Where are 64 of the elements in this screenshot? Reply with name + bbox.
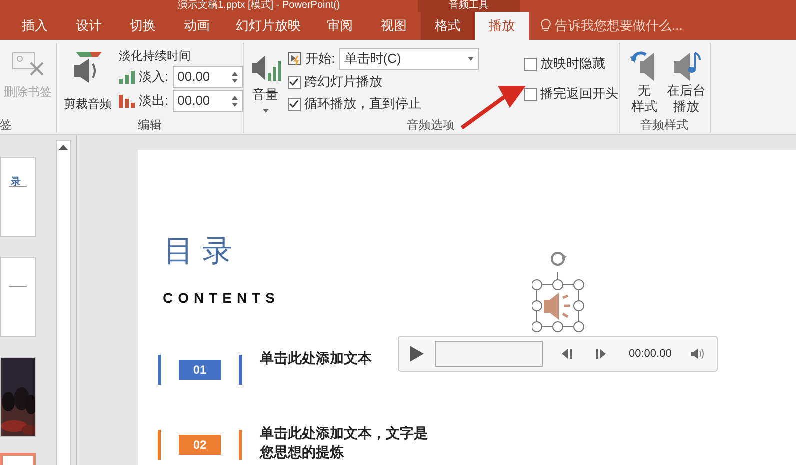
start-dropdown[interactable]: 单击时(C) — [339, 48, 480, 70]
number-badge: 02 — [179, 435, 221, 455]
ribbon-tab[interactable]: 播放 — [475, 12, 529, 40]
checkbox[interactable] — [288, 98, 301, 110]
start-label: 开始: — [306, 50, 336, 68]
ribbon-tab[interactable]: 幻灯片放映 — [224, 12, 313, 40]
group-label: 音频选项 — [406, 117, 456, 133]
item-text: 您思想的提炼 — [260, 443, 345, 462]
up-icon[interactable] — [232, 96, 238, 100]
ribbon-tab[interactable]: 审阅 — [313, 12, 367, 40]
down-icon[interactable] — [232, 78, 238, 82]
fade-duration-label: 淡化持续时间 — [119, 48, 192, 65]
checkbox[interactable] — [288, 76, 301, 88]
spinner-field[interactable]: 00.00 — [172, 66, 243, 88]
checkbox[interactable] — [524, 88, 537, 100]
dropdown-arrow-icon[interactable] — [468, 57, 474, 61]
group-label: 编辑 — [136, 117, 163, 133]
audio-style-button[interactable]: 在后台 播放 — [664, 43, 710, 117]
volume-icon — [250, 53, 281, 83]
checkbox-label: 播完返回开头 — [540, 85, 619, 104]
lightbulb-icon — [541, 19, 551, 33]
fade-label: 淡入: — [139, 68, 169, 86]
fade-label: 淡出: — [139, 92, 169, 110]
start-icon — [288, 52, 302, 66]
scrollbar[interactable] — [56, 140, 71, 465]
slide-title: 目 录 — [164, 234, 232, 270]
ribbon-tab[interactable]: 动画 — [170, 12, 224, 40]
up-icon[interactable] — [232, 72, 238, 76]
tell-me-field[interactable]: 告诉我您想要做什么... — [541, 12, 683, 40]
fade-out-icon — [119, 94, 135, 108]
volume-icon[interactable] — [690, 348, 706, 360]
ribbon-tab[interactable]: 插入 — [8, 12, 62, 40]
group-label: 签 — [0, 117, 13, 133]
fade-in-icon — [119, 70, 135, 84]
dropdown-arrow-icon[interactable] — [262, 108, 269, 112]
item-text: 单击此处添加文本，文字是 — [260, 424, 428, 443]
slide-thumbnail[interactable] — [0, 257, 36, 337]
checkbox[interactable] — [524, 58, 537, 70]
slide-thumbnail[interactable]: 录 — [0, 157, 36, 237]
audio-style-button[interactable]: 无 样式 — [626, 43, 664, 117]
number-badge: 01 — [179, 360, 221, 380]
playback-time: 00:00.00 — [629, 346, 672, 362]
down-icon[interactable] — [232, 102, 238, 106]
trim-audio-icon — [72, 51, 104, 85]
checkbox-label: 循环播放，直到停止 — [304, 95, 422, 114]
ribbon-tab[interactable]: 格式 — [421, 12, 475, 40]
group-label: 音频样式 — [640, 117, 690, 133]
ribbon-tab[interactable]: 切换 — [116, 12, 170, 40]
skip-back-button[interactable] — [561, 348, 573, 360]
spinner-field[interactable]: 00.00 — [172, 90, 243, 112]
progress-track[interactable] — [435, 341, 543, 367]
volume-button[interactable]: 音量 — [244, 43, 288, 117]
skip-forward-button[interactable] — [595, 348, 607, 360]
bookmark-remove-icon — [11, 51, 45, 77]
item-text: 单击此处添加文本 — [260, 349, 372, 368]
thumbnail-text: 录 — [11, 178, 21, 188]
slide-subtitle: CONTENTS — [163, 289, 280, 308]
ribbon-tab[interactable]: 设计 — [62, 12, 116, 40]
checkbox-label: 跨幻灯片播放 — [304, 73, 383, 92]
trim-audio-button[interactable]: 剪裁音频 — [57, 43, 119, 117]
play-button[interactable] — [409, 345, 425, 363]
scroll-up-icon[interactable] — [59, 145, 68, 150]
ribbon-tab[interactable]: 视图 — [367, 12, 421, 40]
checkbox-label: 放映时隐藏 — [540, 55, 606, 74]
